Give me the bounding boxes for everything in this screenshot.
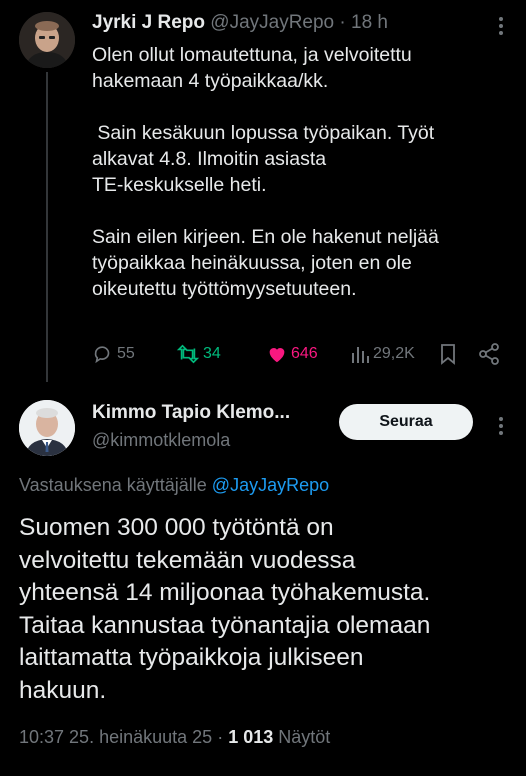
tweet-text: Olen ollut lomautettuna, ja velvoitettu … [92, 42, 512, 302]
bookmark-icon [441, 344, 455, 365]
repost-count: 34 [203, 345, 221, 362]
reply-button[interactable]: 55 [92, 343, 135, 365]
views-count: 29,2K [373, 345, 415, 362]
separator: · [339, 12, 346, 33]
tweet-paragraph: Sain kesäkuun lopussa työpaikan. Työt al… [92, 122, 435, 196]
author-handle[interactable]: @kimmotklemola [92, 430, 230, 451]
reply-prefix: Vastauksena käyttäjälle [19, 475, 207, 495]
repost-button[interactable]: 34 [176, 343, 221, 365]
bookmark-button[interactable] [438, 343, 458, 365]
reply-count: 55 [117, 345, 135, 362]
separator: · [217, 727, 224, 747]
share-button[interactable] [478, 343, 500, 365]
like-count: 646 [291, 345, 318, 362]
view-count: 1 013 [228, 727, 274, 747]
like-button[interactable]: 646 [266, 343, 318, 365]
follow-button[interactable]: Seuraa [339, 404, 473, 440]
repost-icon [176, 344, 200, 364]
thread-line [46, 72, 48, 382]
views-icon [352, 347, 369, 363]
author-handle[interactable]: @JayJayRepo [210, 12, 334, 33]
more-icon[interactable] [498, 14, 504, 38]
share-icon [479, 343, 499, 365]
avatar[interactable] [19, 12, 75, 68]
more-icon[interactable] [498, 414, 504, 438]
tweet-header: Jyrki J Repo @JayJayRepo · 18 h [92, 12, 388, 34]
reply-icon [94, 346, 110, 364]
tweet-actions: 55 34 646 29,2K [92, 343, 512, 371]
tweet-text: Suomen 300 000 työtöntä on velvoitettu t… [19, 512, 514, 707]
reply-context: Vastauksena käyttäjälle @JayJayRepo [19, 475, 329, 496]
tweet-paragraph: Sain eilen kirjeen. En ole hakenut neljä… [92, 226, 439, 300]
author-name[interactable]: Jyrki J Repo [92, 12, 205, 33]
views-button[interactable]: 29,2K [350, 343, 415, 365]
tweet-meta: 10:37 25. heinäkuuta 25 · 1 013 Näytöt [19, 727, 330, 748]
avatar[interactable] [19, 400, 75, 456]
tweet-timestamp[interactable]: 10:37 25. heinäkuuta 25 [19, 727, 212, 747]
views-label: Näytöt [278, 727, 331, 747]
tweet-text-content: Suomen 300 000 työtöntä on velvoitettu t… [19, 514, 431, 704]
author-name[interactable]: Kimmo Tapio Klemo... [92, 402, 290, 424]
heart-icon [269, 348, 285, 363]
tweet-time[interactable]: 18 h [351, 12, 388, 33]
reply-mention-link[interactable]: @JayJayRepo [212, 475, 329, 495]
tweet-paragraph: Olen ollut lomautettuna, ja velvoitettu … [92, 44, 412, 92]
